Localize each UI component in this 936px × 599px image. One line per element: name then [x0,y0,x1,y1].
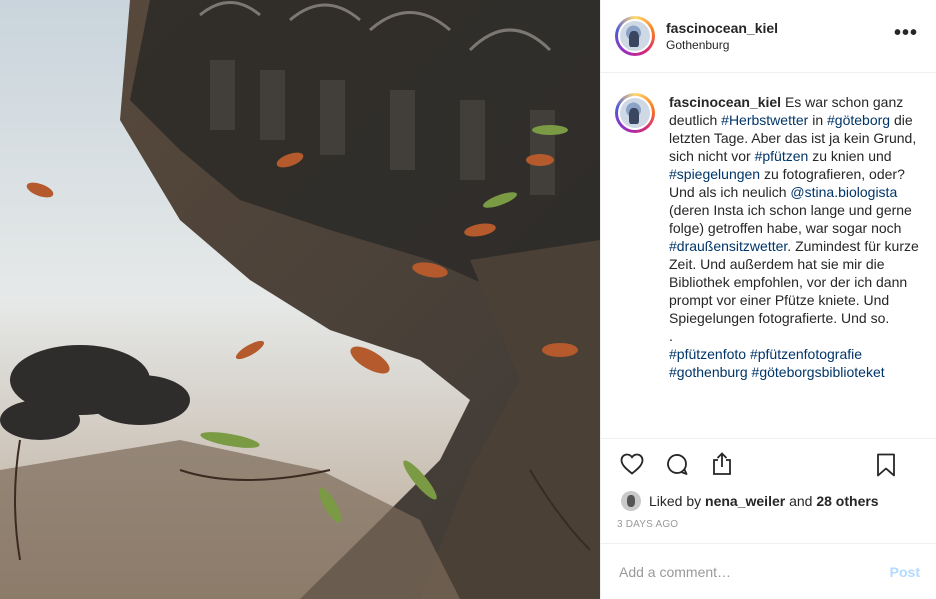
more-dots-icon[interactable]: ••• [894,23,918,43]
caption-story-ring[interactable] [615,93,655,133]
caption-body: Es war schon ganz deutlich #Herbstwetter… [669,94,919,380]
comment-box: Post [601,543,936,599]
header-text: fascinocean_kiel Gothenburg [666,19,778,53]
heart-icon[interactable] [619,451,645,477]
likes-prefix: Liked by [649,493,702,509]
caption-hashtag-link[interactable]: @stina.biologista [790,184,897,200]
caption-hashtag-link[interactable]: #spiegelungen [669,166,760,182]
puddle-photo [0,0,600,599]
caption-text-segment: in [808,112,827,128]
action-bar [601,439,936,489]
caption-hashtag-link[interactable]: #Herbstwetter [721,112,808,128]
comment-input[interactable] [619,563,890,580]
post-photo[interactable] [0,0,600,599]
caption-text-segment: (deren Insta ich schon lange und gerne f… [669,202,912,236]
story-ring[interactable] [615,16,655,56]
post-timestamp[interactable]: 3 DAYS AGO [601,513,936,543]
caption-block: fascinocean_kiel Es war schon ganz deutl… [601,73,936,439]
post-header: fascinocean_kiel Gothenburg ••• [601,0,936,73]
caption-hashtag-link[interactable]: #gothenburg [669,364,748,380]
post-sidebar: fascinocean_kiel Gothenburg ••• fascinoc… [600,0,936,599]
post-button[interactable]: Post [890,564,920,580]
post-modal: fascinocean_kiel Gothenburg ••• fascinoc… [0,0,936,599]
caption-hashtag-link[interactable]: #pfützenfoto [669,346,746,362]
caption-text-segment: zu knien und [808,148,892,164]
likes-others[interactable]: 28 others [816,493,878,509]
bookmark-icon[interactable] [873,452,899,478]
comment-icon[interactable] [664,451,690,477]
caption-text: fascinocean_kiel Es war schon ganz deutl… [669,93,919,426]
caption-hashtag-link[interactable]: #göteborg [827,112,890,128]
liker-avatar[interactable] [621,491,641,511]
avatar[interactable] [618,19,652,53]
caption-text-segment: . [669,328,673,344]
caption-hashtag-link[interactable]: #pfützen [755,148,809,164]
liker-username[interactable]: nena_weiler [705,493,785,509]
caption-avatar[interactable] [618,96,652,130]
header-location[interactable]: Gothenburg [666,37,778,53]
caption-hashtag-link[interactable]: #pfützenfotografie [750,346,862,362]
likes-row: Liked by nena_weiler and 28 others [601,489,936,513]
caption-username[interactable]: fascinocean_kiel [669,94,781,110]
likes-and: and [789,493,813,509]
caption-hashtag-link[interactable]: #draußensitzwetter [669,238,787,254]
caption-hashtag-link[interactable]: #göteborgsbiblioteket [752,364,885,380]
header-username[interactable]: fascinocean_kiel [666,19,778,37]
share-icon[interactable] [709,451,735,477]
